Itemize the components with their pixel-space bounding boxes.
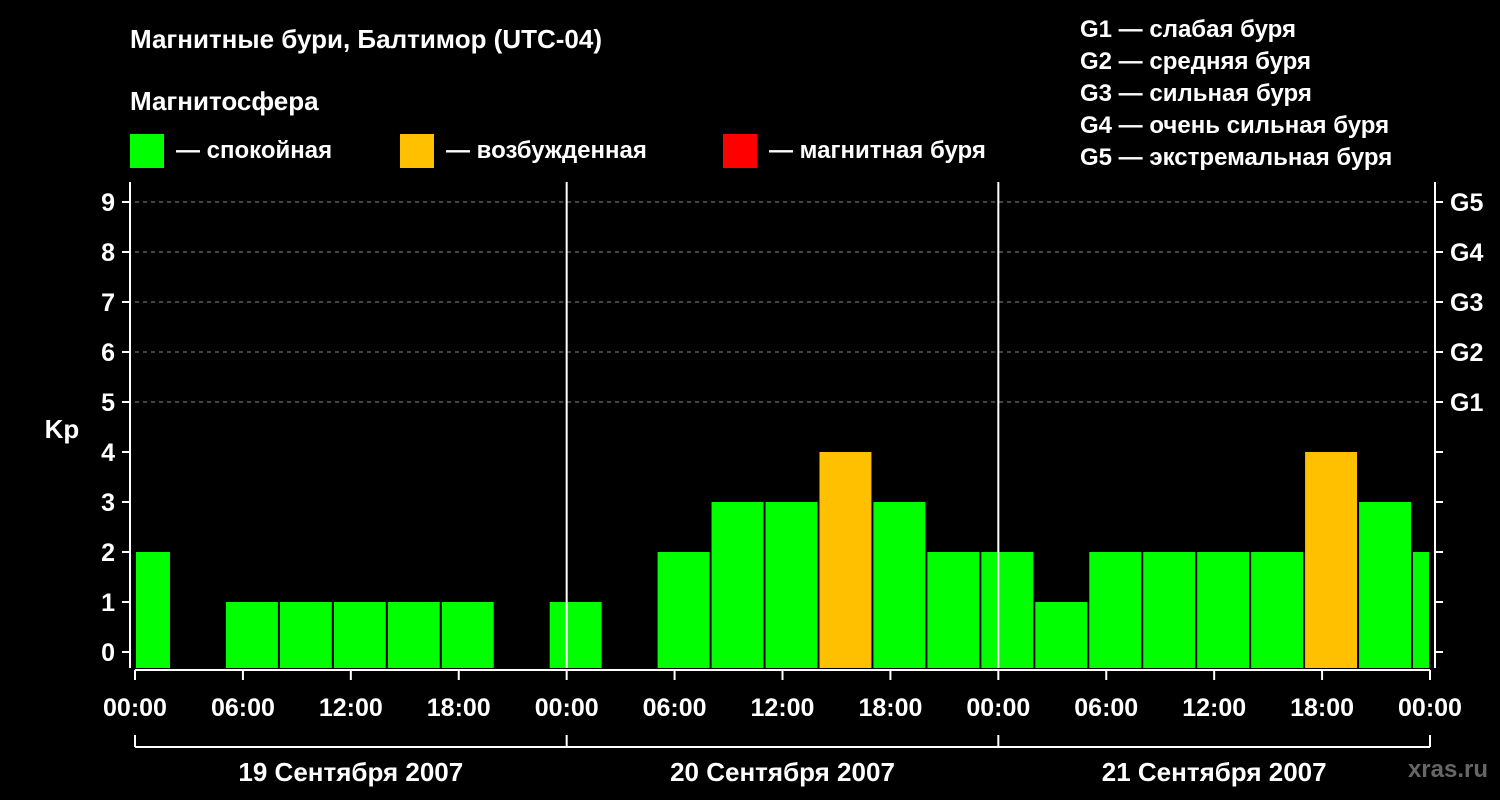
x-tick-label: 12:00 [751,694,815,722]
kp-bar [1143,552,1196,668]
kp-bar [1035,602,1088,668]
kp-bar [1251,552,1304,668]
y-tick-label: 5 [101,389,115,417]
x-tick-label: 12:00 [319,694,383,722]
kp-bar [765,502,818,668]
kp-bar [819,452,872,668]
y-tick-label: 3 [101,489,115,517]
kp-bar [1089,552,1142,668]
day-label: 21 Сентября 2007 [1102,757,1327,787]
g-level-label: G5 [1450,189,1483,217]
x-tick-label: 18:00 [427,694,491,722]
kp-bar [981,552,1034,668]
y-tick-label: 9 [101,189,115,217]
g-level-label: G4 [1450,239,1483,267]
x-tick-label: 06:00 [643,694,707,722]
y-tick-label: 7 [101,289,115,317]
kp-bar [333,602,386,668]
kp-bar-chart: 0 1 2 3 4 5 6 7 8 9 G1 G2 G3 G4 G5 Kp 00:00 06:00 12:00 18:… [45,182,1483,787]
kp-bar [1197,552,1250,668]
kp-bar [1413,552,1429,668]
kp-bar [873,502,926,668]
kp-bar [1359,502,1412,668]
x-tick-label: 00:00 [966,694,1030,722]
kp-bar [225,602,278,668]
y-tick-label: 6 [101,339,115,367]
x-tick-label: 18:00 [1290,694,1354,722]
y-tick-label: 2 [101,539,115,567]
x-tick-label: 18:00 [858,694,922,722]
g-level-label: G3 [1450,289,1483,317]
x-tick-label: 12:00 [1182,694,1246,722]
kp-bar [549,602,602,668]
g-level-label: G1 [1450,389,1483,417]
kp-bar [387,602,440,668]
kp-bar [711,502,764,668]
kp-bar [441,602,494,668]
y-axis-label: Kp [45,414,80,444]
x-tick-label: 06:00 [1074,694,1138,722]
y-tick-label: 1 [101,589,115,617]
y-tick-label: 0 [101,639,115,667]
kp-bar [657,552,710,668]
x-tick-label: 06:00 [211,694,275,722]
y-tick-label: 4 [101,439,115,467]
x-tick-label: 00:00 [103,694,167,722]
x-tick-label: 00:00 [1398,694,1462,722]
kp-bar [279,602,332,668]
g-level-label: G2 [1450,339,1483,367]
day-label: 19 Сентября 2007 [238,757,463,787]
watermark: xras.ru [1407,756,1488,783]
kp-bar [1305,452,1358,668]
day-label: 20 Сентября 2007 [670,757,895,787]
x-tick-label: 00:00 [535,694,599,722]
y-tick-label: 8 [101,239,115,267]
kp-bar [136,552,170,668]
kp-bar [927,552,980,668]
